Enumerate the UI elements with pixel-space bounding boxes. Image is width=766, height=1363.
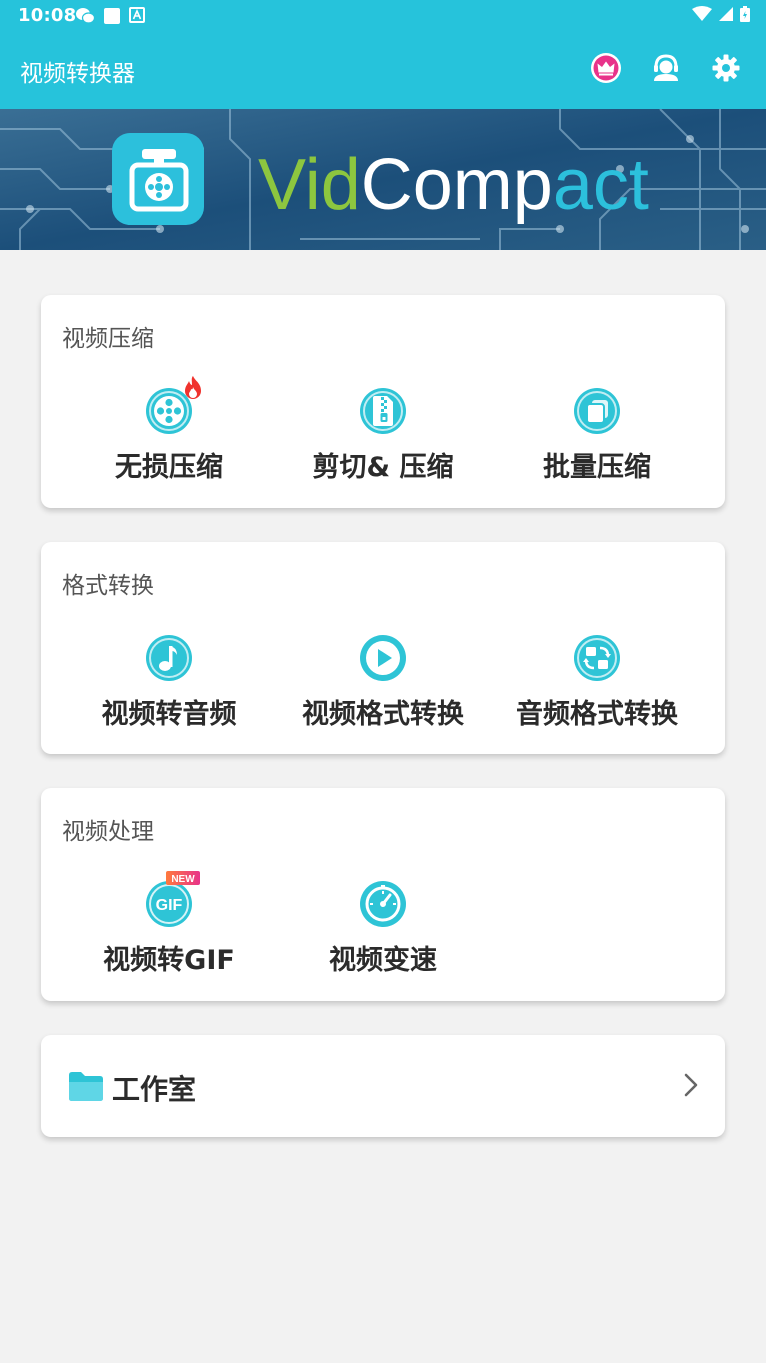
status-notification-icons	[75, 7, 145, 29]
swap-format-icon	[573, 634, 621, 682]
cellular-signal-icon	[718, 6, 734, 26]
top-header: 10:08 视频转换器	[0, 0, 766, 109]
folder-icon	[67, 1069, 105, 1107]
audio-format-convert-label: 音频格式转换	[516, 699, 678, 730]
speedometer-icon	[359, 880, 407, 928]
settings-button[interactable]	[710, 52, 742, 84]
video-to-gif-label: 视频转GIF	[103, 945, 235, 976]
wifi-icon	[692, 6, 712, 26]
compress-section-title: 视频压缩	[62, 326, 154, 352]
video-format-convert-label: 视频格式转换	[302, 699, 464, 730]
gif-icon-text: GIF	[156, 897, 183, 914]
video-to-audio-label: 视频转音频	[101, 699, 237, 730]
status-bar: 10:08	[0, 0, 766, 32]
battery-icon	[740, 6, 750, 26]
video-format-convert-button[interactable]: 视频格式转换	[269, 634, 497, 731]
compress-section-card: 视频压缩 无损压缩 剪切& 压缩 批量压缩	[41, 295, 725, 508]
zip-file-icon	[359, 387, 407, 435]
lossless-compress-label: 无损压缩	[115, 452, 223, 483]
process-section-card: 视频处理 GIF NEW 视频转GIF 视频变速	[41, 788, 725, 1001]
banner-logo-act: act	[553, 145, 649, 225]
studio-label: 工作室	[112, 1073, 197, 1106]
status-system-icons	[692, 6, 750, 26]
play-icon	[359, 634, 407, 682]
video-speed-label: 视频变速	[329, 945, 437, 976]
cut-compress-button[interactable]: 剪切& 压缩	[269, 387, 497, 484]
gif-icon: GIF NEW	[145, 871, 200, 928]
cut-compress-label: 剪切& 压缩	[312, 452, 454, 483]
new-badge-text: NEW	[171, 874, 195, 885]
customer-service-button[interactable]	[650, 52, 682, 84]
convert-section-card: 格式转换 视频转音频 视频格式转换 音频格式转换	[41, 542, 725, 754]
audio-format-convert-button[interactable]: 音频格式转换	[483, 634, 711, 731]
studio-button[interactable]: 工作室	[41, 1035, 725, 1137]
banner-logo-text: VidCompact	[258, 145, 649, 225]
music-note-icon	[145, 634, 193, 682]
new-badge: NEW	[166, 870, 200, 889]
app-bar: 视频转换器	[0, 32, 766, 109]
vip-crown-icon	[591, 53, 621, 83]
video-to-audio-button[interactable]: 视频转音频	[55, 634, 283, 731]
convert-section-title: 格式转换	[62, 573, 154, 599]
batch-compress-button[interactable]: 批量压缩	[483, 387, 711, 484]
video-speed-button[interactable]: 视频变速	[269, 880, 497, 977]
vip-crown-button[interactable]	[590, 52, 622, 84]
film-reel-icon	[145, 376, 201, 435]
process-section-title: 视频处理	[62, 819, 154, 845]
app-bar-actions	[590, 52, 742, 84]
banner-logo-vid: Vid	[258, 145, 361, 225]
square-notification-icon	[103, 7, 121, 29]
chevron-right-icon	[683, 1072, 699, 1102]
vidcompact-logo-icon	[112, 133, 204, 225]
batch-copy-icon	[573, 387, 621, 435]
settings-gear-icon	[712, 54, 740, 82]
promo-banner[interactable]: VidCompact	[0, 109, 766, 250]
wechat-icon	[75, 7, 96, 29]
hot-flame-icon	[181, 375, 205, 405]
customer-service-icon	[654, 54, 678, 81]
status-time: 10:08	[18, 5, 77, 26]
a-notification-icon	[129, 7, 145, 29]
app-title: 视频转换器	[20, 61, 135, 87]
video-to-gif-button[interactable]: GIF NEW 视频转GIF	[55, 871, 283, 977]
lossless-compress-button[interactable]: 无损压缩	[55, 376, 283, 484]
batch-compress-label: 批量压缩	[543, 452, 651, 483]
banner-logo-comp: Comp	[361, 145, 553, 225]
